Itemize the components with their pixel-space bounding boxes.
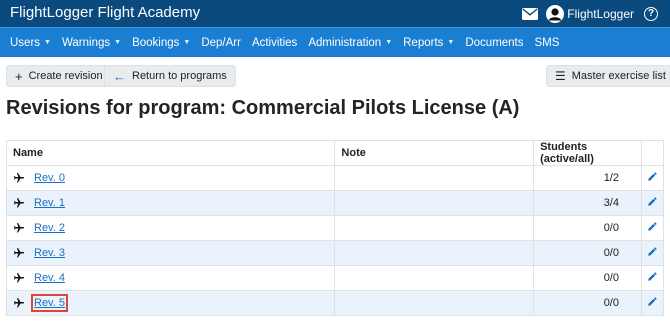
create-revision-label: Create revision — [28, 70, 103, 82]
students-cell: 0/0 — [533, 265, 642, 291]
nav-item-label: Activities — [251, 36, 298, 49]
nav-item-label: SMS — [534, 36, 560, 49]
pencil-icon — [648, 222, 657, 231]
pencil-icon — [648, 247, 657, 256]
nav-item-label: Warnings — [61, 36, 111, 49]
airplane-icon — [14, 248, 24, 258]
edit-revision-button[interactable] — [640, 265, 665, 291]
revision-link[interactable]: Rev. 1 — [34, 197, 65, 209]
nav-item-reports[interactable]: Reports ▼ — [403, 37, 454, 49]
column-header-edit — [640, 140, 665, 166]
main-navigation: Users ▼ Warnings ▼ Bookings ▼ Dep/Arr Activitie… — [0, 27, 670, 57]
nav-item-label: Administration — [308, 36, 382, 49]
table-row: Rev. 0 1/2 — [5, 165, 665, 191]
revision-name-cell: Rev. 1 — [5, 190, 336, 216]
table-body: Rev. 0 1/2 Rev. 1 3/4 Rev. 2 0/0 Rev. 3 0/0 Rev.… — [5, 165, 665, 316]
note-cell — [334, 265, 535, 291]
note-cell — [334, 290, 535, 316]
table-row: Rev. 3 0/0 — [5, 240, 665, 266]
students-cell: 0/0 — [533, 290, 642, 316]
plus-icon: + — [15, 68, 23, 84]
revision-name-cell: Rev. 2 — [5, 215, 336, 241]
table-row: Rev. 5 0/0 — [5, 290, 665, 316]
note-cell — [334, 215, 535, 241]
nav-item-dep-arr[interactable]: Dep/Arr — [201, 37, 241, 49]
create-revision-button[interactable]: + Create revision — [6, 65, 112, 87]
airplane-icon — [14, 198, 24, 208]
nav-item-activities[interactable]: Activities — [252, 37, 297, 49]
help-icon[interactable]: ? — [644, 6, 658, 21]
return-to-programs-button[interactable]: ← Return to programs — [104, 65, 236, 87]
table-header-row: Name Note Students (active/all) — [5, 140, 665, 166]
user-name[interactable]: FlightLogger — [567, 7, 634, 21]
nav-item-documents[interactable]: Documents — [465, 37, 523, 49]
airplane-icon — [14, 298, 24, 308]
revision-name-cell: Rev. 0 — [5, 165, 336, 191]
edit-revision-button[interactable] — [640, 165, 665, 191]
top-header-bar: FlightLogger Flight Academy FlightLogger… — [0, 0, 670, 27]
edit-revision-button[interactable] — [640, 215, 665, 241]
caret-down-icon: ▼ — [447, 39, 455, 46]
table-row: Rev. 4 0/0 — [5, 265, 665, 291]
pencil-icon — [648, 272, 657, 281]
students-cell: 0/0 — [533, 215, 642, 241]
master-exercise-list-label: Master exercise list — [571, 70, 666, 82]
list-icon: ☰ — [555, 69, 566, 83]
caret-down-icon: ▼ — [44, 39, 51, 46]
revision-link[interactable]: Rev. 0 — [34, 172, 65, 184]
page-title: Revisions for program: Commercial Pilots… — [6, 97, 520, 119]
revision-link[interactable]: Rev. 2 — [34, 222, 65, 234]
note-cell — [334, 165, 535, 191]
airplane-icon — [14, 223, 24, 233]
nav-item-label: Users — [10, 36, 41, 49]
caret-down-icon: ▼ — [183, 39, 191, 46]
column-header-students[interactable]: Students (active/all) — [533, 140, 642, 166]
nav-item-sms[interactable]: SMS — [535, 37, 560, 49]
nav-item-bookings[interactable]: Bookings ▼ — [132, 37, 190, 49]
avatar[interactable] — [546, 4, 565, 23]
mail-icon[interactable] — [522, 7, 539, 20]
nav-item-users[interactable]: Users ▼ — [10, 37, 51, 49]
students-cell: 3/4 — [533, 190, 642, 216]
header-actions: FlightLogger ? — [522, 3, 658, 24]
return-to-programs-label: Return to programs — [132, 70, 227, 82]
pencil-icon — [648, 197, 657, 206]
edit-revision-button[interactable] — [640, 240, 665, 266]
app-title: FlightLogger Flight Academy — [10, 4, 201, 21]
edit-revision-button[interactable] — [640, 190, 665, 216]
revision-link[interactable]: Rev. 4 — [34, 272, 65, 284]
caret-down-icon: ▼ — [385, 39, 393, 46]
revision-link[interactable]: Rev. 3 — [34, 247, 65, 259]
caret-down-icon: ▼ — [114, 39, 122, 46]
table-row: Rev. 2 0/0 — [5, 215, 665, 241]
table-row: Rev. 1 3/4 — [5, 190, 665, 216]
nav-item-label: Bookings — [132, 36, 180, 49]
revision-name-cell: Rev. 5 — [5, 290, 336, 316]
students-cell: 0/0 — [533, 240, 642, 266]
nav-item-label: Documents — [465, 36, 524, 49]
revision-name-cell: Rev. 4 — [5, 265, 336, 291]
revision-link[interactable]: Rev. 5 — [31, 294, 68, 312]
note-cell — [334, 190, 535, 216]
note-cell — [334, 240, 535, 266]
pencil-icon — [648, 297, 657, 306]
airplane-icon — [14, 173, 24, 183]
pencil-icon — [648, 172, 657, 181]
column-header-note[interactable]: Note — [334, 140, 535, 166]
revision-name-cell: Rev. 3 — [5, 240, 336, 266]
nav-item-label: Reports — [403, 36, 444, 49]
nav-item-warnings[interactable]: Warnings ▼ — [62, 37, 121, 49]
nav-item-label: Dep/Arr — [201, 36, 241, 49]
nav-item-administration[interactable]: Administration ▼ — [308, 37, 392, 49]
master-exercise-list-button[interactable]: ☰ Master exercise list — [546, 65, 670, 87]
students-cell: 1/2 — [533, 165, 642, 191]
arrow-left-icon: ← — [113, 68, 126, 84]
column-header-name[interactable]: Name — [5, 140, 336, 166]
revisions-table: Name Note Students (active/all) Rev. 0 1/… — [5, 140, 665, 316]
airplane-icon — [14, 273, 24, 283]
edit-revision-button[interactable] — [640, 290, 665, 316]
